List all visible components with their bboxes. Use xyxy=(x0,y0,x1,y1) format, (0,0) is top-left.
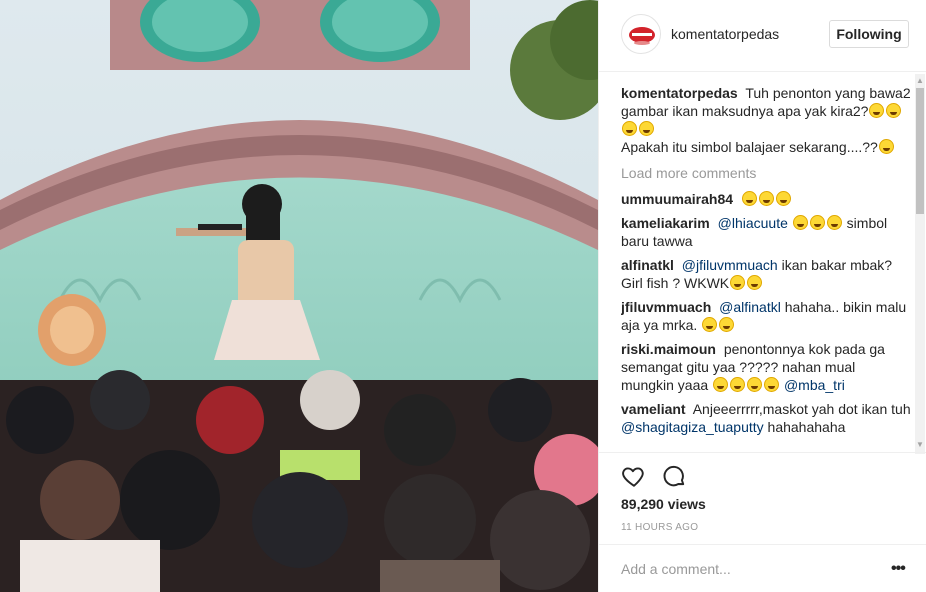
tears-of-joy-icon xyxy=(826,215,842,230)
speech-bubble-icon xyxy=(663,465,685,487)
post-sidebar: komentatorpedas Following komentatorpeda… xyxy=(598,0,926,592)
avatar[interactable] xyxy=(621,14,661,54)
caption-text-2: Apakah itu simbol balajaer sekarang....?… xyxy=(621,139,878,155)
post-header: komentatorpedas Following xyxy=(599,0,926,72)
tears-of-joy-icon xyxy=(792,215,808,230)
comment-username[interactable]: kameliakarim xyxy=(621,215,710,231)
comment-item: riski.maimoun penontonnya kok pada ga se… xyxy=(621,340,911,394)
comment-username[interactable]: riski.maimoun xyxy=(621,341,716,357)
tears-of-joy-icon xyxy=(809,215,825,230)
comments-list: komentatorpedas Tuh penonton yang bawa2 … xyxy=(621,84,911,452)
tears-of-joy-icon xyxy=(775,191,791,206)
scroll-down-arrow-icon[interactable]: ▼ xyxy=(915,440,925,450)
add-comment-bar: ••• xyxy=(599,544,926,592)
tears-of-joy-icon xyxy=(702,317,718,332)
scroll-thumb[interactable] xyxy=(916,88,924,214)
tears-of-joy-icon xyxy=(878,139,894,154)
comment-mention[interactable]: @alfinatkl xyxy=(719,299,781,315)
tears-of-joy-icon xyxy=(869,103,885,118)
tears-of-joy-icon xyxy=(639,121,654,136)
tears-of-joy-icon xyxy=(622,121,637,136)
tears-of-joy-icon xyxy=(719,317,735,332)
concert-scene-image xyxy=(0,0,598,592)
comment-text: hahahahaha xyxy=(767,419,846,435)
video-frame[interactable] xyxy=(0,0,598,592)
tears-of-joy-icon xyxy=(713,377,729,392)
post-username[interactable]: komentatorpedas xyxy=(671,26,779,42)
tears-of-joy-icon xyxy=(886,103,902,118)
tears-of-joy-icon xyxy=(764,377,780,392)
tears-of-joy-icon xyxy=(747,275,763,290)
comment-item: ummuumairah84 xyxy=(621,190,911,208)
tears-of-joy-icon xyxy=(730,377,746,392)
post-timestamp: 11 HOURS AGO xyxy=(621,522,699,533)
comment-username[interactable]: alfinatkl xyxy=(621,257,674,273)
comment-button[interactable] xyxy=(661,463,687,489)
view-count: 89,290 views xyxy=(621,496,706,512)
comment-item: alfinatkl @jfiluvmmuach ikan bakar mbak?… xyxy=(621,256,911,292)
comment-mention[interactable]: @lhiacuute xyxy=(718,215,788,231)
comment-username[interactable]: ummuumairah84 xyxy=(621,191,733,207)
heart-outline-icon xyxy=(622,467,644,487)
comment-text: Anjeeerrrrr,maskot yah dot ikan tuh xyxy=(692,401,911,417)
load-more-comments-link[interactable]: Load more comments xyxy=(621,164,911,182)
comment-mention[interactable]: @shagitagiza_tuaputty xyxy=(621,419,764,435)
comment-mention[interactable]: @jfiluvmmuach xyxy=(682,257,778,273)
tears-of-joy-icon xyxy=(758,191,774,206)
comment-item: vameliant Anjeeerrrrr,maskot yah dot ika… xyxy=(621,400,911,436)
comment-username[interactable]: jfiluvmmuach xyxy=(621,299,711,315)
comment-mention[interactable]: @mba_tri xyxy=(784,377,845,393)
like-button[interactable] xyxy=(621,463,647,489)
caption-username[interactable]: komentatorpedas xyxy=(621,85,738,101)
comments-scrollbar[interactable]: ▲ ▼ xyxy=(915,74,925,454)
post-actions: 89,290 views 11 HOURS AGO xyxy=(599,452,926,542)
scroll-up-arrow-icon[interactable]: ▲ xyxy=(915,76,925,86)
add-comment-input[interactable] xyxy=(621,559,861,579)
instagram-post-view: komentatorpedas Following komentatorpeda… xyxy=(0,0,926,592)
tears-of-joy-icon xyxy=(747,377,763,392)
caption: komentatorpedas Tuh penonton yang bawa2 … xyxy=(621,84,911,156)
comment-item: jfiluvmmuach @alfinatkl hahaha.. bikin m… xyxy=(621,298,911,334)
following-button[interactable]: Following xyxy=(829,20,909,48)
tears-of-joy-icon xyxy=(741,191,757,206)
comment-username[interactable]: vameliant xyxy=(621,401,686,417)
comment-item: kameliakarim @lhiacuute simbol baru taww… xyxy=(621,214,911,250)
ellipsis-icon[interactable]: ••• xyxy=(891,559,909,579)
tears-of-joy-icon xyxy=(730,275,746,290)
lips-logo-icon xyxy=(629,27,655,45)
